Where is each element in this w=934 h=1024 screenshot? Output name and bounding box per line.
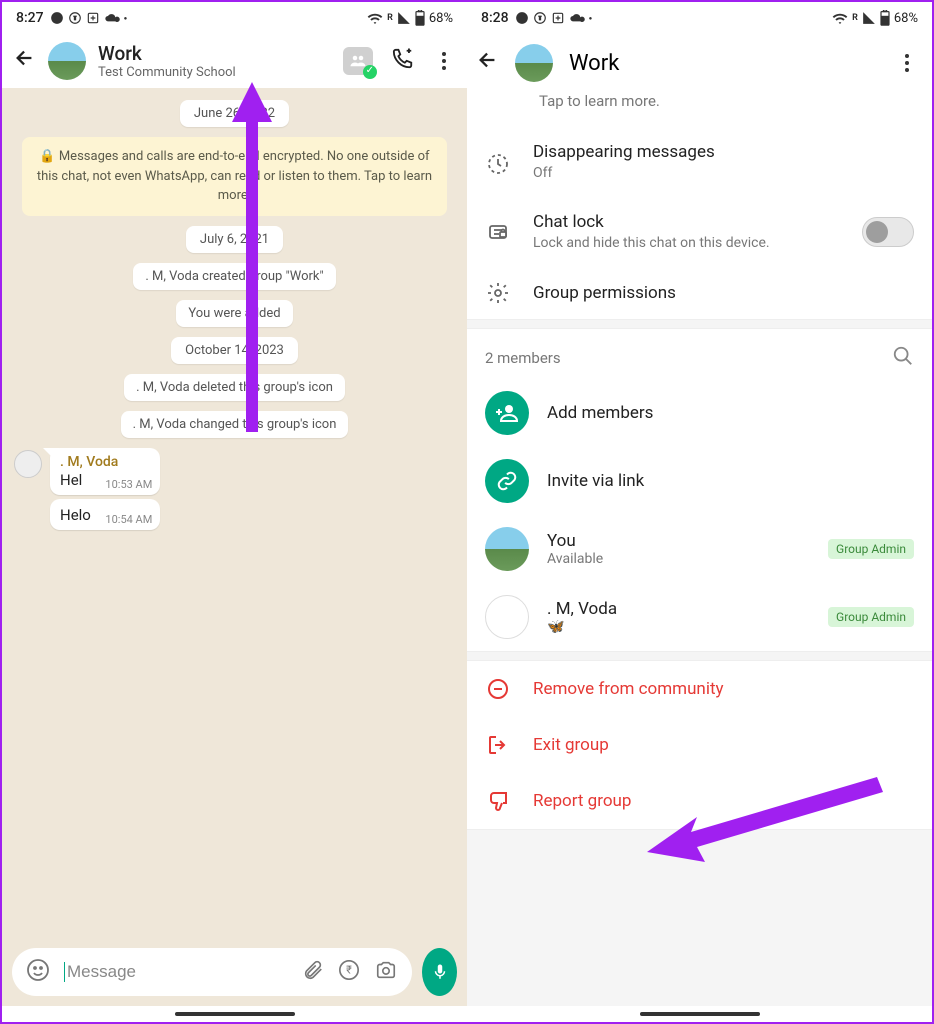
member-you-row[interactable]: You Available Group Admin — [467, 515, 932, 583]
back-button[interactable] — [14, 47, 36, 75]
attach-icon[interactable] — [302, 959, 324, 985]
status-notif-icons: ● — [50, 11, 128, 25]
message-input-pill[interactable]: ₹ — [12, 948, 412, 996]
system-message: You were added — [176, 300, 292, 327]
admin-badge: Group Admin — [828, 607, 914, 627]
emoji-icon[interactable] — [26, 958, 50, 986]
encryption-notice[interactable]: 🔒 Messages and calls are end-to-end encr… — [22, 137, 447, 216]
group-name: Work — [98, 42, 331, 65]
disappearing-messages-row[interactable]: Disappearing messages Off — [467, 128, 932, 198]
more-menu[interactable] — [896, 54, 918, 72]
chat-header[interactable]: Work Test Community School ✓ — [2, 34, 467, 88]
message-input[interactable] — [64, 962, 288, 982]
member-avatar — [485, 595, 529, 639]
wifi-icon — [367, 12, 383, 24]
add-person-icon — [485, 391, 529, 435]
exit-group-row[interactable]: Exit group — [467, 717, 932, 773]
date-chip: July 6, 2021 — [186, 226, 283, 253]
chat-lock-toggle[interactable] — [862, 217, 914, 247]
thumbs-down-icon — [485, 789, 511, 813]
link-icon — [485, 459, 529, 503]
battery-icon — [415, 10, 425, 26]
separator — [467, 651, 932, 661]
video-call-icon[interactable] — [391, 48, 415, 74]
currency-icon[interactable]: ₹ — [338, 959, 360, 985]
group-permissions-row[interactable]: Group permissions — [467, 267, 932, 319]
remove-from-community-row[interactable]: Remove from community — [467, 661, 932, 717]
group-avatar[interactable] — [515, 44, 553, 82]
nav-bar — [2, 1006, 467, 1022]
system-message: . M, Voda created group "Work" — [133, 263, 335, 290]
group-name: Work — [569, 51, 880, 76]
status-bar: 8:27 ● R 68% — [2, 2, 467, 34]
mic-button[interactable] — [422, 948, 457, 996]
header-title-block[interactable]: Work Test Community School — [98, 42, 331, 80]
members-header: 2 members — [467, 329, 932, 379]
member-voda-row[interactable]: . M, Voda 🦋 Group Admin — [467, 583, 932, 651]
message-row: . M, Voda Hel 10:53 AM Helo 10:54 AM — [14, 448, 455, 530]
svg-text:₹: ₹ — [346, 964, 352, 977]
admin-badge: Group Admin — [828, 539, 914, 559]
back-button[interactable] — [477, 49, 499, 77]
nav-bar — [467, 1006, 932, 1022]
search-members-icon[interactable] — [892, 345, 914, 371]
sender-avatar[interactable] — [14, 450, 42, 478]
status-notif-icons: ● — [515, 11, 593, 25]
community-name: Test Community School — [98, 65, 331, 80]
add-members-row[interactable]: Add members — [467, 379, 932, 447]
date-chip: June 26, 2022 — [180, 100, 289, 127]
lock-chat-icon — [485, 220, 511, 244]
left-phone-chat: 8:27 ● R 68% Work Test Community School — [2, 2, 467, 1022]
system-message: . M, Voda changed this group's icon — [121, 411, 349, 438]
invite-via-link-row[interactable]: Invite via link — [467, 447, 932, 515]
footer-spacer — [467, 829, 932, 1006]
message-bubble[interactable]: . M, Voda Hel 10:53 AM — [50, 448, 160, 495]
community-icon[interactable]: ✓ — [343, 47, 373, 75]
gear-icon — [485, 281, 511, 305]
right-phone-group-info: 8:28 ● R 68% Work Tap to learn more. — [467, 2, 932, 1022]
date-chip: October 14, 2023 — [171, 337, 298, 364]
sender-name: . M, Voda — [60, 454, 118, 470]
group-avatar[interactable] — [48, 42, 86, 80]
status-bar: 8:28 ● R 68% — [467, 2, 932, 34]
chat-body: June 26, 2022 🔒 Messages and calls are e… — [2, 88, 467, 938]
signal-icon — [397, 11, 411, 25]
camera-icon[interactable] — [374, 959, 398, 985]
chat-lock-row[interactable]: Chat lock Lock and hide this chat on thi… — [467, 198, 932, 268]
group-info-body: Tap to learn more. Disappearing messages… — [467, 92, 932, 1006]
report-group-row[interactable]: Report group — [467, 773, 932, 829]
timer-icon — [485, 151, 511, 175]
message-bubble[interactable]: Helo 10:54 AM — [50, 499, 160, 530]
separator — [467, 319, 932, 329]
input-bar: ₹ — [2, 938, 467, 1006]
status-time: 8:28 — [481, 10, 509, 26]
system-message: . M, Voda deleted this group's icon — [124, 374, 345, 401]
more-menu[interactable] — [433, 52, 455, 70]
tap-to-learn-more[interactable]: Tap to learn more. — [467, 92, 932, 128]
remove-icon — [485, 677, 511, 701]
exit-icon — [485, 733, 511, 757]
member-avatar — [485, 527, 529, 571]
group-info-header: Work — [467, 34, 932, 92]
status-time: 8:27 — [16, 10, 44, 26]
